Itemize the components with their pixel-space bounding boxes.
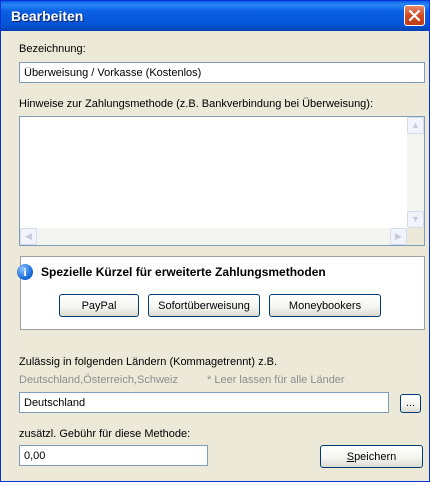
bezeichnung-label: Bezeichnung: — [19, 43, 86, 55]
moneybookers-button[interactable]: Moneybookers — [269, 294, 381, 317]
horizontal-scrollbar[interactable]: ◀ ▶ — [20, 228, 407, 245]
window-title: Bearbeiten — [11, 8, 84, 24]
speichern-label: peichern — [354, 450, 397, 463]
laender-label: Zulässig in folgenden Ländern (Kommagetr… — [19, 356, 278, 368]
scroll-up-icon[interactable]: ▲ — [407, 117, 424, 134]
close-button[interactable] — [404, 5, 425, 26]
paypal-button[interactable]: PayPal — [59, 294, 139, 317]
laender-input[interactable] — [19, 392, 389, 413]
info-icon: i — [17, 264, 33, 280]
gebuehr-input[interactable] — [19, 445, 208, 466]
speichern-button[interactable]: Speichern — [320, 445, 423, 468]
close-icon — [409, 10, 420, 21]
title-bar: Bearbeiten — [1, 1, 429, 31]
browse-laender-button[interactable]: ... — [400, 394, 421, 413]
hinweise-textarea[interactable]: ▲ ▼ ◀ ▶ — [19, 116, 425, 246]
vertical-scrollbar[interactable]: ▲ ▼ — [407, 117, 424, 228]
hinweise-text[interactable] — [20, 117, 407, 228]
scroll-down-icon[interactable]: ▼ — [407, 211, 424, 228]
edit-dialog: Bearbeiten Bezeichnung: Hinweise zur Zah… — [0, 0, 430, 482]
bezeichnung-input[interactable] — [19, 62, 425, 83]
scroll-right-icon[interactable]: ▶ — [390, 228, 407, 245]
sofortueberweisung-button[interactable]: Sofortüberweisung — [148, 294, 260, 317]
gebuehr-label: zusätzl. Gebühr für diese Methode: — [19, 428, 191, 440]
scroll-corner — [407, 228, 424, 245]
scroll-left-icon[interactable]: ◀ — [20, 228, 37, 245]
speichern-mnemonic: S — [346, 450, 355, 463]
kuerzel-title: Spezielle Kürzel für erweiterte Zahlungs… — [41, 265, 326, 279]
hinweise-label: Hinweise zur Zahlungsmethode (z.B. Bankv… — [19, 98, 374, 110]
laender-note: * Leer lassen für alle Länder — [207, 374, 345, 386]
laender-example: Deutschland,Österreich,Schweiz — [19, 374, 178, 386]
